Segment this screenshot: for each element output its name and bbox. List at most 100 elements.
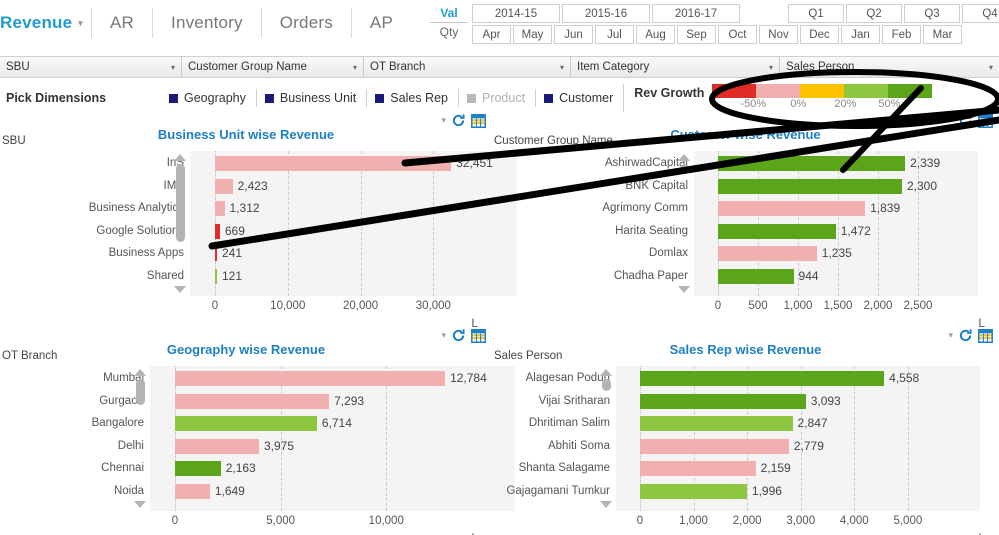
refresh-icon[interactable] bbox=[958, 328, 973, 343]
grid-icon[interactable] bbox=[978, 113, 993, 128]
dimension-product[interactable]: Product bbox=[457, 89, 535, 107]
category-label[interactable]: IMS bbox=[0, 180, 184, 192]
scroll-down-arrow-icon[interactable] bbox=[600, 501, 612, 508]
dimension-sales-rep[interactable]: Sales Rep bbox=[366, 89, 458, 107]
checkbox-icon[interactable] bbox=[264, 93, 274, 103]
chevron-down-icon[interactable]: ▾ bbox=[441, 115, 446, 126]
category-label[interactable]: Delhi bbox=[0, 440, 144, 452]
filter-customer-group-name[interactable]: Customer Group Name ▾ bbox=[182, 57, 364, 77]
chevron-down-icon[interactable]: ▾ bbox=[948, 330, 953, 341]
chevron-down-icon[interactable]: ▾ bbox=[989, 63, 993, 72]
scroll-up-arrow-icon[interactable] bbox=[174, 154, 186, 161]
bar[interactable] bbox=[215, 268, 217, 284]
category-label[interactable]: Gajagamani Tumkur bbox=[492, 485, 610, 497]
bar[interactable] bbox=[215, 178, 233, 194]
nav-item-ar[interactable]: AR bbox=[92, 8, 154, 38]
category-label[interactable]: Chennai bbox=[0, 462, 144, 474]
filter-sbu[interactable]: SBU ▾ bbox=[0, 57, 182, 77]
category-label[interactable]: Domlax bbox=[492, 247, 688, 259]
bar[interactable] bbox=[718, 246, 817, 261]
chart-scrollbar[interactable] bbox=[174, 154, 187, 293]
bar[interactable] bbox=[640, 393, 806, 409]
chevron-down-icon[interactable]: ▾ bbox=[948, 115, 953, 126]
chart-scrollbar[interactable] bbox=[678, 154, 691, 293]
bar[interactable] bbox=[175, 371, 446, 386]
month-jun[interactable]: Jun bbox=[554, 25, 593, 44]
bar[interactable] bbox=[718, 268, 794, 284]
category-label[interactable]: Abhiti Soma bbox=[492, 440, 610, 452]
month-feb[interactable]: Feb bbox=[882, 25, 921, 44]
bar[interactable] bbox=[215, 156, 452, 171]
filter-ot-branch[interactable]: OT Branch ▾ bbox=[364, 57, 571, 77]
category-label[interactable]: Google Solutions bbox=[0, 225, 184, 237]
bar[interactable] bbox=[175, 483, 210, 499]
scroll-up-arrow-icon[interactable] bbox=[600, 369, 612, 376]
category-label[interactable]: Noida bbox=[0, 485, 144, 497]
category-label[interactable]: Dhritiman Salim bbox=[492, 417, 610, 429]
chevron-down-icon[interactable]: ▾ bbox=[353, 63, 357, 72]
dimension-business-unit[interactable]: Business Unit bbox=[255, 89, 366, 107]
quarter-q3[interactable]: Q3 bbox=[904, 4, 960, 23]
refresh-icon[interactable] bbox=[451, 113, 466, 128]
filter-item-category[interactable]: Item Category ▾ bbox=[571, 57, 780, 77]
category-label[interactable]: Shanta Salagame bbox=[492, 462, 610, 474]
chart-scrollbar[interactable] bbox=[134, 369, 147, 508]
chevron-down-icon[interactable]: ▾ bbox=[78, 18, 83, 29]
scroll-thumb[interactable] bbox=[136, 379, 145, 405]
category-label[interactable]: Harita Seating bbox=[492, 225, 688, 237]
bar[interactable] bbox=[718, 223, 836, 239]
month-nov[interactable]: Nov bbox=[759, 25, 798, 44]
category-label[interactable]: Mumbai bbox=[0, 372, 144, 384]
category-label[interactable]: Shared bbox=[0, 270, 184, 282]
scroll-down-arrow-icon[interactable] bbox=[134, 501, 146, 508]
nav-item-ap[interactable]: AP bbox=[352, 8, 411, 38]
quarter-q4[interactable]: Q4 bbox=[962, 4, 999, 23]
nav-item-orders[interactable]: Orders bbox=[262, 8, 352, 38]
year-2015-16[interactable]: 2015-16 bbox=[562, 4, 650, 23]
category-label[interactable]: Business Apps bbox=[0, 247, 184, 259]
scroll-up-arrow-icon[interactable] bbox=[134, 369, 146, 376]
bar[interactable] bbox=[175, 416, 317, 431]
category-label[interactable]: Chadha Paper bbox=[492, 270, 688, 282]
checkbox-icon[interactable] bbox=[544, 93, 554, 103]
month-oct[interactable]: Oct bbox=[718, 25, 757, 44]
refresh-icon[interactable] bbox=[958, 113, 973, 128]
month-dec[interactable]: Dec bbox=[800, 25, 839, 44]
bar[interactable] bbox=[215, 246, 217, 261]
category-label[interactable]: InS bbox=[0, 157, 184, 169]
chevron-down-icon[interactable]: ▾ bbox=[441, 330, 446, 341]
month-may[interactable]: May bbox=[513, 25, 552, 44]
bar[interactable] bbox=[175, 393, 330, 409]
year-2016-17[interactable]: 2016-17 bbox=[652, 4, 740, 23]
bar[interactable] bbox=[640, 371, 885, 386]
nav-item-revenue[interactable]: Revenue ▾ bbox=[0, 8, 92, 38]
month-jul[interactable]: Jul bbox=[595, 25, 634, 44]
month-apr[interactable]: Apr bbox=[472, 25, 511, 44]
year-2014-15[interactable]: 2014-15 bbox=[472, 4, 560, 23]
bar[interactable] bbox=[718, 201, 866, 216]
scroll-up-arrow-icon[interactable] bbox=[678, 154, 690, 161]
scroll-thumb[interactable] bbox=[176, 164, 185, 242]
measure-qty-option[interactable]: Qty bbox=[430, 23, 468, 41]
month-mar[interactable]: Mar bbox=[923, 25, 962, 44]
grid-icon[interactable] bbox=[471, 113, 486, 128]
dimension-geography[interactable]: Geography bbox=[161, 89, 256, 107]
measure-value-option[interactable]: Val bbox=[430, 4, 468, 23]
month-sep[interactable]: Sep bbox=[677, 25, 716, 44]
bar[interactable] bbox=[175, 461, 221, 476]
category-label[interactable]: Vijai Sritharan bbox=[492, 395, 610, 407]
chevron-down-icon[interactable]: ▾ bbox=[171, 63, 175, 72]
bar[interactable] bbox=[215, 223, 220, 239]
category-label[interactable]: Bangalore bbox=[0, 417, 144, 429]
refresh-icon[interactable] bbox=[451, 328, 466, 343]
checkbox-icon[interactable] bbox=[466, 93, 476, 103]
scroll-thumb[interactable] bbox=[680, 164, 689, 174]
category-label[interactable]: Agrimony Comm bbox=[492, 202, 688, 214]
bar[interactable] bbox=[640, 483, 747, 499]
category-label[interactable]: Alagesan Poduri bbox=[492, 372, 610, 384]
bar[interactable] bbox=[175, 438, 259, 454]
category-label[interactable]: Gurgaon bbox=[0, 395, 144, 407]
chevron-down-icon[interactable]: ▾ bbox=[769, 63, 773, 72]
scroll-thumb[interactable] bbox=[602, 379, 611, 391]
chevron-down-icon[interactable]: ▾ bbox=[560, 63, 564, 72]
